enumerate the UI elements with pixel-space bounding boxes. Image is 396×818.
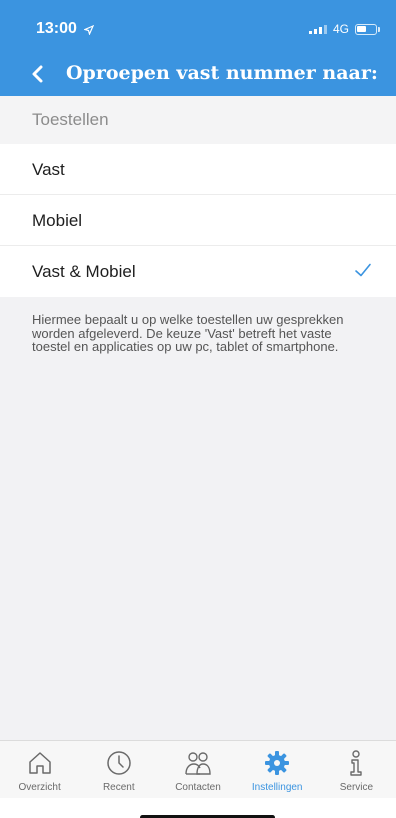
gear-icon	[265, 751, 290, 775]
option-label: Vast & Mobiel	[32, 262, 136, 281]
back-button[interactable]	[26, 60, 50, 88]
tab-label: Instellingen	[251, 782, 303, 793]
tab-contacten[interactable]: Contacten	[158, 741, 237, 798]
device-option-list: Vast Mobiel Vast & Mobiel	[0, 144, 396, 297]
tab-instellingen[interactable]: Instellingen	[238, 741, 317, 798]
tab-label: Overzicht	[18, 782, 61, 793]
battery-icon	[355, 23, 377, 35]
status-indicators: 4G	[308, 22, 380, 36]
tab-service[interactable]: Service	[317, 741, 396, 798]
option-mobiel[interactable]: Mobiel	[0, 195, 396, 246]
section-header-label: Toestellen	[32, 110, 109, 129]
tab-label: Service	[339, 782, 374, 793]
info-icon	[350, 750, 363, 776]
clock-icon	[107, 751, 131, 775]
battery-tip	[378, 26, 380, 32]
tab-overzicht[interactable]: Overzicht	[0, 741, 79, 798]
option-vast[interactable]: Vast	[0, 144, 396, 195]
option-label: Vast	[32, 160, 65, 179]
tab-bar: Overzicht Recent Contacten Instellingen …	[0, 740, 396, 798]
tab-label: Recent	[102, 782, 135, 793]
chevron-left-icon	[32, 65, 43, 83]
location-arrow-icon	[83, 22, 95, 40]
option-label: Mobiel	[32, 211, 83, 230]
checkmark-icon	[355, 263, 371, 277]
contacts-icon	[185, 752, 211, 775]
section-header: Toestellen	[0, 96, 396, 144]
nav-bar: Oproepen vast nummer naar:	[0, 52, 396, 96]
status-time: 13:00	[36, 20, 77, 37]
tab-label: Contacten	[175, 782, 221, 793]
page-title: Oproepen vast nummer naar:	[66, 62, 378, 84]
home-indicator-area	[0, 798, 396, 818]
description-text: Hiermee bepaalt u op welke toestellen uw…	[32, 312, 344, 354]
status-bar: 13:00 4G	[0, 0, 396, 52]
network-type: 4G	[332, 22, 349, 36]
signal-icon	[308, 24, 327, 34]
home-icon	[28, 752, 51, 774]
tab-recent[interactable]: Recent	[79, 741, 158, 798]
option-vast-en-mobiel[interactable]: Vast & Mobiel	[0, 246, 396, 297]
